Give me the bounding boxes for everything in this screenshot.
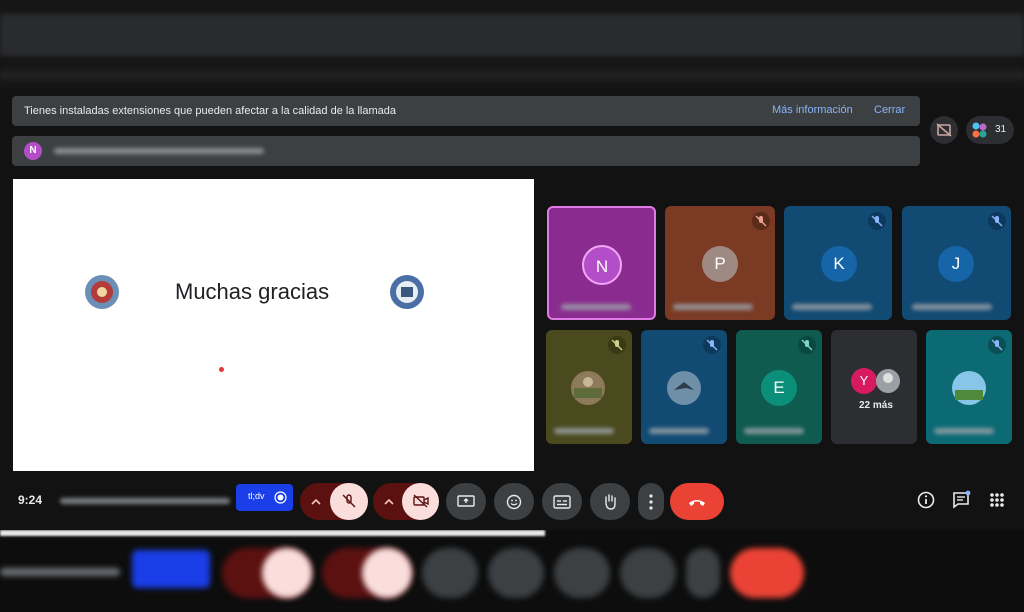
reactions-button[interactable]: [494, 483, 534, 520]
meeting-name-blurred: [60, 498, 230, 504]
ghost-badge: [132, 550, 210, 588]
slide-title: Muchas gracias: [175, 279, 330, 304]
people-icon: [972, 122, 987, 138]
ghost-btn: [422, 548, 478, 598]
participant-name-blurred: [673, 304, 753, 310]
participant-name-blurred: [649, 428, 709, 434]
participant-avatar: P: [702, 246, 738, 282]
banner-message: Tienes instaladas extensiones que pueden…: [24, 105, 397, 117]
present-icon: [457, 495, 475, 507]
participant-avatar: K: [821, 246, 857, 282]
chat-icon: [953, 490, 971, 509]
people-button[interactable]: 31: [966, 116, 1014, 144]
other-participant-photo: [876, 369, 900, 393]
other-participant-avatar: Y: [851, 368, 877, 394]
mic-off-icon: [988, 212, 1006, 230]
participant-name-blurred: [912, 304, 992, 310]
end-call-icon: [689, 500, 705, 506]
ghost-btn: [620, 548, 676, 598]
participant-tile[interactable]: [641, 330, 727, 444]
right-seal-logo: [390, 275, 424, 309]
more-info-link[interactable]: Más información: [772, 104, 853, 116]
participant-tile[interactable]: N: [547, 206, 656, 320]
presenter-bar: N: [12, 136, 920, 166]
mic-off-icon: [798, 336, 816, 354]
info-button[interactable]: [916, 490, 936, 510]
presentation-slide: Muchas gracias: [13, 179, 534, 471]
participant-photo: [667, 371, 701, 405]
close-banner-link[interactable]: Cerrar: [874, 104, 905, 116]
record-icon: [274, 491, 287, 504]
mic-off-icon: [342, 494, 356, 508]
raise-hand-button[interactable]: [590, 483, 630, 520]
chat-button[interactable]: [951, 490, 971, 510]
ghost-text: [0, 568, 120, 576]
more-options-button[interactable]: [638, 483, 664, 520]
participant-avatar: J: [938, 246, 974, 282]
participant-name-blurred: [554, 428, 614, 434]
participant-photo: [952, 371, 986, 405]
presenter-name-blurred: [54, 148, 264, 154]
people-count: 31: [995, 124, 1007, 135]
tldv-label: tl;dv: [248, 491, 265, 501]
present-button[interactable]: [446, 483, 486, 520]
ghost-btn: [554, 548, 610, 598]
ghost-divider: [0, 70, 1024, 80]
participant-name-blurred: [792, 304, 872, 310]
camera-off-button[interactable]: [402, 483, 439, 520]
emoji-icon: [506, 494, 522, 510]
captions-icon: [553, 495, 571, 509]
presenter-avatar: N: [24, 142, 42, 160]
ghost-end-call: [730, 548, 804, 598]
others-tile[interactable]: Y 22 más: [831, 330, 917, 444]
mic-off-icon: [703, 336, 721, 354]
mic-off-icon: [608, 336, 626, 354]
no-camera-icon[interactable]: [930, 116, 958, 144]
extensions-warning-banner: Tienes instaladas extensiones que pueden…: [12, 96, 920, 126]
hand-icon: [605, 494, 616, 510]
participant-avatar: N: [582, 245, 622, 285]
participant-tile[interactable]: P: [665, 206, 775, 320]
blurred-background-top: [0, 0, 1024, 90]
chevron-up-icon[interactable]: [383, 496, 395, 508]
participant-tile[interactable]: K: [784, 206, 892, 320]
mic-off-icon: [988, 336, 1006, 354]
activities-button[interactable]: [987, 490, 1007, 510]
chevron-up-icon[interactable]: [310, 496, 322, 508]
meet-window: Tienes instaladas extensiones que pueden…: [0, 88, 1024, 530]
camera-off-icon: [413, 494, 429, 508]
info-icon: [917, 491, 935, 509]
ghost-btn: [686, 548, 720, 598]
participant-name-blurred: [561, 304, 631, 310]
meeting-time: 9:24: [18, 493, 43, 507]
ghost-slide-edge: [0, 530, 545, 536]
mic-off-icon: [752, 212, 770, 230]
participant-avatar: E: [761, 370, 797, 406]
participant-name-blurred: [934, 428, 994, 434]
participant-tile[interactable]: J: [902, 206, 1011, 320]
ghost-banner: [0, 14, 1024, 56]
leave-call-button[interactable]: [670, 483, 724, 520]
laser-pointer-dot: [219, 367, 224, 372]
participant-tile[interactable]: E: [736, 330, 822, 444]
participant-tile[interactable]: [926, 330, 1012, 444]
blurred-background-bottom: [0, 530, 1024, 612]
tldv-extension-badge[interactable]: tl;dv: [236, 484, 293, 511]
participant-tile[interactable]: [546, 330, 632, 444]
mic-off-icon: [868, 212, 886, 230]
camera-control-group: [373, 483, 439, 520]
mic-control-group: [300, 483, 368, 520]
mic-off-button[interactable]: [330, 483, 368, 520]
participant-photo: [571, 371, 605, 405]
ghost-btn: [488, 548, 544, 598]
ghost-mic-inner: [262, 548, 312, 598]
more-icon: [649, 494, 653, 510]
captions-button[interactable]: [542, 483, 582, 520]
left-seal-logo: [85, 275, 119, 309]
apps-icon: [990, 493, 1004, 507]
participant-name-blurred: [744, 428, 804, 434]
ghost-cam-inner: [362, 548, 412, 598]
more-participants-count: 22 más: [859, 400, 893, 411]
